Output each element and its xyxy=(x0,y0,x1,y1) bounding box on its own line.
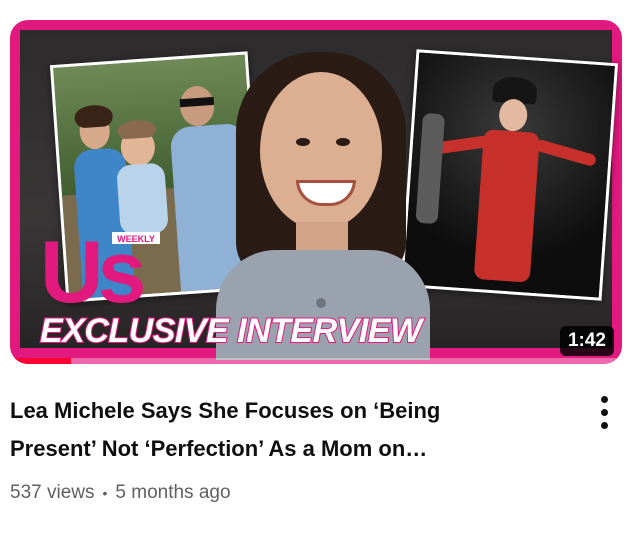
video-title-line-2[interactable]: Present’ Not ‘Perfection’ As a Mom on… xyxy=(10,430,550,468)
svg-text:WEEKLY: WEEKLY xyxy=(117,234,155,244)
us-weekly-logo: Us WEEKLY xyxy=(40,222,160,314)
video-title[interactable]: Lea Michele Says She Focuses on ‘Being P… xyxy=(10,392,550,468)
video-title-line-1[interactable]: Lea Michele Says She Focuses on ‘Being xyxy=(10,392,550,430)
thumbnail-image: Us WEEKLY EXCLUSIVE INTERVIEW xyxy=(20,30,619,360)
watch-progress-fill xyxy=(10,358,72,364)
video-thumbnail[interactable]: Us WEEKLY EXCLUSIVE INTERVIEW 1:42 xyxy=(10,20,622,364)
more-vert-icon xyxy=(601,396,608,403)
separator-dot: • xyxy=(102,484,108,501)
more-actions-button[interactable] xyxy=(590,390,618,434)
exclusive-interview-banner: EXCLUSIVE INTERVIEW xyxy=(39,311,423,351)
view-count: 537 views xyxy=(10,482,95,503)
duration-badge: 1:42 xyxy=(559,326,614,356)
video-metadata: 537 views • 5 months ago xyxy=(10,482,231,504)
inset-photo-stage xyxy=(399,49,619,301)
watch-progress-bar xyxy=(10,358,622,364)
upload-age: 5 months ago xyxy=(115,482,231,503)
subject-face xyxy=(260,72,382,230)
